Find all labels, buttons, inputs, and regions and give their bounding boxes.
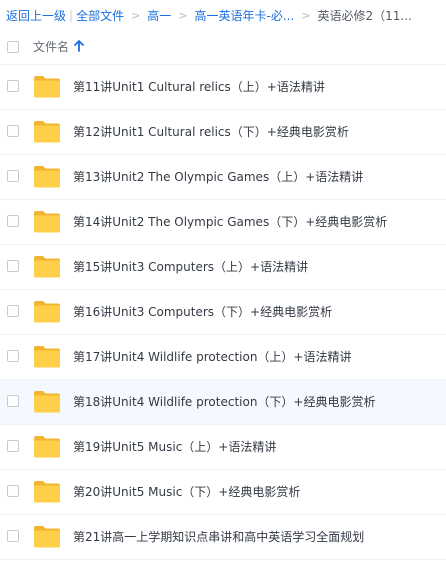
folder-icon <box>34 76 60 98</box>
breadcrumb-separator: > <box>178 8 188 22</box>
file-row[interactable]: 第12讲Unit1 Cultural relics（下）+经典电影赏析 <box>0 110 446 155</box>
file-name[interactable]: 第17讲Unit4 Wildlife protection（上）+语法精讲 <box>73 348 351 365</box>
folder-icon <box>34 481 60 503</box>
file-name[interactable]: 第20讲Unit5 Music（下）+经典电影赏析 <box>73 483 300 500</box>
list-header: 文件名 <box>0 30 446 65</box>
file-name[interactable]: 第15讲Unit3 Computers（上）+语法精讲 <box>73 258 308 275</box>
file-list: 第11讲Unit1 Cultural relics（上）+语法精讲 第12讲Un… <box>0 65 446 560</box>
row-checkbox[interactable] <box>7 485 19 497</box>
file-name[interactable]: 第11讲Unit1 Cultural relics（上）+语法精讲 <box>73 78 325 95</box>
file-name[interactable]: 第21讲高一上学期知识点串讲和高中英语学习全面规划 <box>73 528 364 545</box>
file-row[interactable]: 第20讲Unit5 Music（下）+经典电影赏析 <box>0 470 446 515</box>
file-name[interactable]: 第16讲Unit3 Computers（下）+经典电影赏析 <box>73 303 332 320</box>
file-row[interactable]: 第14讲Unit2 The Olympic Games（下）+经典电影赏析 <box>0 200 446 245</box>
breadcrumb-separator: > <box>131 8 141 22</box>
breadcrumb-level1[interactable]: 高一 <box>147 7 171 24</box>
file-name[interactable]: 第13讲Unit2 The Olympic Games（上）+语法精讲 <box>73 168 363 185</box>
breadcrumb-all-files[interactable]: 全部文件 <box>76 7 124 24</box>
folder-icon <box>34 301 60 323</box>
breadcrumb-level2[interactable]: 高一英语年卡-必... <box>195 7 295 24</box>
file-name[interactable]: 第12讲Unit1 Cultural relics（下）+经典电影赏析 <box>73 123 349 140</box>
row-checkbox[interactable] <box>7 215 19 227</box>
row-checkbox[interactable] <box>7 125 19 137</box>
select-all-checkbox[interactable] <box>7 41 19 53</box>
folder-icon <box>34 391 60 413</box>
breadcrumb-current: 英语必修2（11... <box>317 8 412 23</box>
file-row[interactable]: 第18讲Unit4 Wildlife protection（下）+经典电影赏析 <box>0 380 446 425</box>
file-row[interactable]: 第19讲Unit5 Music（上）+语法精讲 <box>0 425 446 470</box>
folder-icon <box>34 436 60 458</box>
row-checkbox[interactable] <box>7 350 19 362</box>
folder-icon <box>34 346 60 368</box>
column-header-filename[interactable]: 文件名 <box>33 38 69 55</box>
back-link[interactable]: 返回上一级 <box>6 7 66 24</box>
file-row[interactable]: 第13讲Unit2 The Olympic Games（上）+语法精讲 <box>0 155 446 200</box>
folder-icon <box>34 166 60 188</box>
folder-icon <box>34 211 60 233</box>
row-checkbox[interactable] <box>7 260 19 272</box>
row-checkbox[interactable] <box>7 530 19 542</box>
file-row[interactable]: 第16讲Unit3 Computers（下）+经典电影赏析 <box>0 290 446 335</box>
folder-icon <box>34 121 60 143</box>
folder-icon <box>34 526 60 548</box>
file-name[interactable]: 第19讲Unit5 Music（上）+语法精讲 <box>73 438 276 455</box>
file-row[interactable]: 第21讲高一上学期知识点串讲和高中英语学习全面规划 <box>0 515 446 560</box>
file-row[interactable]: 第17讲Unit4 Wildlife protection（上）+语法精讲 <box>0 335 446 380</box>
row-checkbox[interactable] <box>7 305 19 317</box>
row-checkbox[interactable] <box>7 440 19 452</box>
row-checkbox[interactable] <box>7 80 19 92</box>
file-row[interactable]: 第11讲Unit1 Cultural relics（上）+语法精讲 <box>0 65 446 110</box>
row-checkbox[interactable] <box>7 395 19 407</box>
breadcrumb-separator: > <box>301 8 311 22</box>
breadcrumb-divider: | <box>69 8 74 22</box>
file-row[interactable]: 第15讲Unit3 Computers（上）+语法精讲 <box>0 245 446 290</box>
folder-icon <box>34 256 60 278</box>
breadcrumb: 返回上一级 | 全部文件 > 高一 > 高一英语年卡-必... > 英语必修2（… <box>6 0 446 30</box>
file-name[interactable]: 第14讲Unit2 The Olympic Games（下）+经典电影赏析 <box>73 213 387 230</box>
row-checkbox[interactable] <box>7 170 19 182</box>
arrow-up-icon[interactable] <box>73 39 85 53</box>
file-name[interactable]: 第18讲Unit4 Wildlife protection（下）+经典电影赏析 <box>73 393 375 410</box>
